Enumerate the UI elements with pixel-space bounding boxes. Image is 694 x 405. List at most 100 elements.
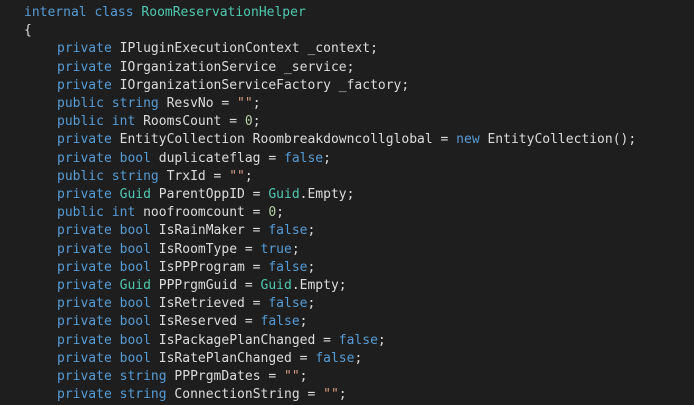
punctuation-token: ; bbox=[323, 150, 331, 166]
identifier-token: IsReserved = bbox=[158, 314, 261, 330]
keyword-token: bool bbox=[119, 259, 151, 275]
keyword-token: class bbox=[94, 5, 134, 20]
keyword-token: public bbox=[57, 168, 104, 184]
keyword-token: int bbox=[111, 114, 136, 130]
keyword-token: true bbox=[260, 241, 292, 257]
keyword-token: private bbox=[57, 278, 112, 293]
code-line: private bool IsRetrieved = false; bbox=[57, 295, 315, 313]
keyword-token: private bbox=[57, 259, 112, 275]
identifier-token: IsRoomType = bbox=[158, 241, 261, 257]
string-token: "" bbox=[229, 168, 245, 184]
identifier-token: IPluginExecutionContext _context; bbox=[119, 41, 378, 57]
code-editor[interactable]: internal class RoomReservationHelper{ pri… bbox=[0, 0, 694, 405]
code-line: private bool duplicateflag = false; bbox=[57, 150, 331, 168]
keyword-token: int bbox=[111, 205, 136, 221]
type-token: Guid bbox=[260, 278, 292, 293]
keyword-token: private bbox=[57, 314, 112, 330]
code-line: private bool IsRatePlanChanged = false; bbox=[57, 350, 362, 368]
punctuation-token bbox=[112, 351, 120, 366]
identifier-token: TrxId = bbox=[166, 168, 230, 184]
punctuation-token bbox=[135, 205, 143, 220]
keyword-token: string bbox=[119, 369, 167, 384]
code-line: public string TrxId = ""; bbox=[57, 168, 253, 186]
type-token: RoomReservationHelper bbox=[141, 5, 306, 20]
code-line: internal class RoomReservationHelper bbox=[24, 4, 306, 22]
code-line: public int RoomsCount = 0; bbox=[57, 113, 261, 131]
keyword-token: bool bbox=[119, 350, 151, 366]
keyword-token: new bbox=[456, 132, 480, 148]
keyword-token: false bbox=[268, 223, 308, 239]
keyword-token: false bbox=[268, 296, 308, 312]
keyword-token: string bbox=[119, 387, 167, 403]
keyword-token: bool bbox=[119, 241, 151, 257]
identifier-token: IsRainMaker = bbox=[158, 223, 269, 239]
code-line: private Guid PPPrgmGuid = Guid.Empty; bbox=[57, 277, 347, 295]
punctuation-token: ; bbox=[307, 259, 316, 275]
type-token: Guid bbox=[119, 187, 151, 202]
type-token: Guid bbox=[119, 278, 151, 293]
punctuation-token bbox=[112, 41, 120, 56]
keyword-token: private bbox=[57, 332, 112, 348]
punctuation-token bbox=[112, 223, 120, 238]
identifier-token: .Empty; bbox=[299, 187, 355, 202]
code-line: private string ConnectionString = ""; bbox=[57, 386, 347, 404]
keyword-token: bool bbox=[119, 223, 151, 239]
keyword-token: private bbox=[57, 223, 112, 239]
punctuation-token: ; bbox=[244, 168, 253, 184]
code-line: private string PPPrgmDates = ""; bbox=[57, 368, 307, 386]
code-line: private bool IsPackagePlanChanged = fals… bbox=[57, 332, 386, 350]
punctuation-token: ; bbox=[377, 332, 386, 348]
punctuation-token: { bbox=[24, 23, 32, 39]
identifier-token: IOrganizationService _service; bbox=[119, 59, 355, 75]
punctuation-token bbox=[112, 369, 120, 384]
identifier-token: IsPackagePlanChanged = bbox=[158, 332, 339, 348]
keyword-token: string bbox=[111, 168, 159, 184]
punctuation-token bbox=[151, 351, 159, 366]
punctuation-token bbox=[151, 333, 159, 348]
keyword-token: private bbox=[57, 41, 112, 57]
punctuation-token bbox=[104, 114, 112, 129]
punctuation-token bbox=[112, 60, 120, 75]
keyword-token: private bbox=[57, 241, 112, 257]
string-token: "" bbox=[284, 369, 300, 384]
keyword-token: private bbox=[57, 132, 112, 148]
punctuation-token: ; bbox=[299, 369, 308, 384]
punctuation-token: ; bbox=[338, 387, 347, 403]
code-line: private bool IsRainMaker = false; bbox=[57, 222, 315, 240]
string-token: "" bbox=[323, 387, 339, 403]
punctuation-token bbox=[112, 296, 120, 311]
code-line: public string ResvNo = ""; bbox=[57, 95, 261, 113]
code-line: public int noofroomcount = 0; bbox=[57, 204, 284, 222]
punctuation-token bbox=[151, 296, 159, 311]
punctuation-token bbox=[159, 169, 167, 184]
code-line: private bool IsReserved = false; bbox=[57, 313, 307, 331]
keyword-token: private bbox=[57, 150, 112, 166]
identifier-token: ParentOppID = bbox=[158, 187, 269, 202]
punctuation-token bbox=[112, 260, 120, 275]
punctuation-token bbox=[151, 223, 159, 238]
keyword-token: bool bbox=[119, 150, 151, 166]
keyword-token: private bbox=[57, 387, 112, 403]
identifier-token: PPPrgmGuid = bbox=[158, 278, 261, 293]
keyword-token: public bbox=[57, 205, 104, 221]
code-line: private IOrganizationServiceFactory _fac… bbox=[57, 77, 409, 95]
identifier-token: EntityCollection(); bbox=[487, 132, 637, 148]
keyword-token: private bbox=[57, 59, 112, 75]
keyword-token: public bbox=[57, 96, 104, 111]
code-line: { bbox=[24, 22, 32, 40]
keyword-token: false bbox=[315, 350, 355, 366]
punctuation-token bbox=[112, 333, 120, 348]
punctuation-token bbox=[112, 187, 120, 202]
keyword-token: private bbox=[57, 350, 112, 366]
punctuation-token bbox=[112, 78, 120, 93]
punctuation-token: ; bbox=[252, 96, 261, 111]
punctuation-token: ; bbox=[299, 314, 308, 330]
punctuation-token bbox=[112, 242, 120, 257]
identifier-token: PPPrgmDates = bbox=[174, 369, 284, 384]
punctuation-token: ; bbox=[291, 241, 300, 257]
identifier-token: IsPPProgram = bbox=[158, 259, 269, 275]
code-line: private bool IsPPProgram = false; bbox=[57, 259, 315, 277]
punctuation-token bbox=[112, 151, 120, 166]
keyword-token: private bbox=[57, 187, 112, 202]
identifier-token: EntityCollection Roombreakdowncollglobal… bbox=[119, 132, 457, 148]
